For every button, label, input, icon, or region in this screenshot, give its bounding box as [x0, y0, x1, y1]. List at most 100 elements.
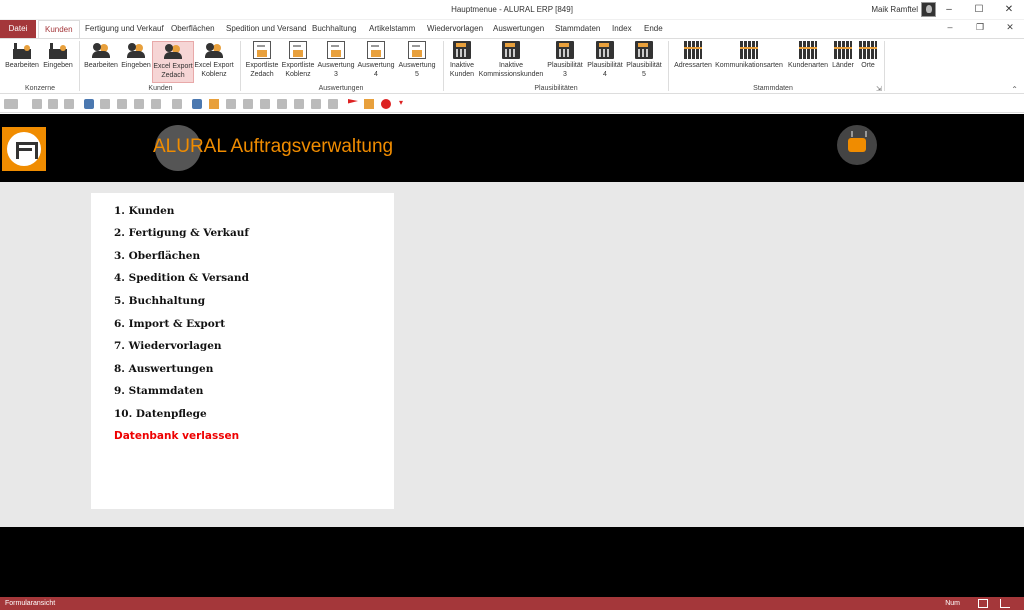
- button-label-line2: 5: [415, 71, 419, 78]
- excel-export-zedach-button[interactable]: Excel Export Zedach: [152, 41, 194, 83]
- orte-button[interactable]: Orte: [857, 41, 879, 70]
- table-icon[interactable]: [243, 99, 253, 109]
- users-icon[interactable]: [192, 99, 202, 109]
- menu-item-import-export[interactable]: 6. Import & Export: [114, 318, 225, 330]
- laender-button[interactable]: Länder: [830, 41, 856, 70]
- button-label: Orte: [861, 62, 875, 69]
- kundenarten-button[interactable]: Kundenarten: [786, 41, 830, 70]
- sort-ascending-icon[interactable]: [100, 99, 110, 109]
- button-label: Länder: [832, 62, 854, 69]
- paste-icon[interactable]: [64, 99, 74, 109]
- plausibilitaet-3-button[interactable]: Plausibilität 3: [545, 41, 585, 79]
- excel-export-koblenz-button[interactable]: Excel Export Koblenz: [194, 41, 234, 79]
- footer-band: [0, 527, 1024, 597]
- auswertung-4-button[interactable]: Auswertung 4: [356, 41, 396, 79]
- tab-oberflaechen[interactable]: Oberflächen: [165, 20, 221, 38]
- menu-item-spedition-versand[interactable]: 4. Spedition & Versand: [114, 272, 249, 284]
- button-label-line2: Kunden: [449, 71, 475, 78]
- button-label-line2: 4: [603, 71, 607, 78]
- menu-item-oberflaechen[interactable]: 3. Oberflächen: [114, 250, 200, 262]
- kunden-bearbeiten-button[interactable]: Bearbeiten: [83, 41, 119, 70]
- button-label-line2: Kommissionskunden: [478, 71, 544, 78]
- tab-artikelstamm[interactable]: Artikelstamm: [363, 20, 421, 38]
- report-icon[interactable]: [260, 99, 270, 109]
- tab-ende[interactable]: Ende: [638, 20, 669, 38]
- exit-database-link[interactable]: Datenbank verlassen: [114, 430, 239, 442]
- exportliste-koblenz-button[interactable]: Exportliste Koblenz: [279, 41, 317, 79]
- calculator-icon: [635, 41, 653, 59]
- tab-auswertungen[interactable]: Auswertungen: [487, 20, 550, 38]
- find-icon[interactable]: [84, 99, 94, 109]
- menu-item-fertigung-verkauf[interactable]: 2. Fertigung & Verkauf: [114, 227, 249, 239]
- binders-icon: [684, 41, 702, 59]
- view-switch-icon[interactable]: [4, 99, 18, 109]
- adressarten-button[interactable]: Adressarten: [673, 41, 713, 70]
- delete-icon[interactable]: [226, 99, 236, 109]
- menu-item-auswertungen[interactable]: 8. Auswertungen: [114, 363, 213, 375]
- datasheet-icon[interactable]: [311, 99, 321, 109]
- close-icon[interactable]: ✕: [996, 22, 1024, 36]
- export-icon[interactable]: [364, 99, 374, 109]
- exportliste-zedach-button[interactable]: Exportliste Zedach: [243, 41, 281, 79]
- menu-item-kunden[interactable]: 1. Kunden: [114, 205, 174, 217]
- main-menu-panel: 1. Kunden 2. Fertigung & Verkauf 3. Ober…: [91, 193, 394, 509]
- grid-icon[interactable]: [328, 99, 338, 109]
- maximize-button[interactable]: ☐: [964, 0, 994, 20]
- page-icon[interactable]: [277, 99, 287, 109]
- cancel-icon[interactable]: [381, 99, 391, 109]
- button-label-line1: Auswertung: [317, 62, 355, 69]
- copy-icon[interactable]: [48, 99, 58, 109]
- remove-sort-icon[interactable]: [134, 99, 144, 109]
- status-view-name: Formularansicht: [5, 600, 56, 607]
- close-button[interactable]: ✕: [994, 0, 1024, 20]
- button-label-line1: Exportliste: [281, 62, 315, 69]
- tab-stammdaten[interactable]: Stammdaten: [549, 20, 606, 38]
- group-separator: [884, 41, 885, 91]
- tab-spedition-und-versand[interactable]: Spedition und Versand: [220, 20, 313, 38]
- flag-icon[interactable]: [348, 99, 358, 104]
- tab-kunden[interactable]: Kunden: [38, 20, 80, 38]
- plausibilitaet-5-button[interactable]: Plausibilität 5: [624, 41, 664, 79]
- kommunikationsarten-button[interactable]: Kommunikationsarten: [713, 41, 785, 70]
- tab-index[interactable]: Index: [606, 20, 638, 38]
- auswertung-3-button[interactable]: Auswertung 3: [316, 41, 356, 79]
- tab-fertigung-und-verkauf[interactable]: Fertigung und Verkauf: [79, 20, 170, 38]
- inaktive-kunden-button[interactable]: Inaktive Kunden: [446, 41, 478, 79]
- cut-icon[interactable]: [32, 99, 42, 109]
- button-label-line1: Auswertung: [357, 62, 395, 69]
- konzerne-eingeben-button[interactable]: Eingeben: [42, 41, 74, 70]
- calculator-icon: [453, 41, 471, 59]
- factory-add-icon: [49, 41, 67, 59]
- plausibilitaet-4-button[interactable]: Plausibilität 4: [585, 41, 625, 79]
- minimize-button[interactable]: –: [934, 0, 964, 20]
- customize-dropdown-icon[interactable]: ▾: [399, 98, 403, 107]
- home-icon[interactable]: [209, 99, 219, 109]
- menu-item-wiedervorlagen[interactable]: 7. Wiedervorlagen: [114, 340, 222, 352]
- menu-item-datenpflege[interactable]: 10. Datenpflege: [114, 408, 207, 420]
- restore-icon[interactable]: ❐: [966, 22, 994, 36]
- form-icon[interactable]: [172, 99, 182, 109]
- button-label-line1: Inaktive: [449, 62, 475, 69]
- filter-icon[interactable]: [151, 99, 161, 109]
- inaktive-kommissionskunden-button[interactable]: Inaktive Kommissionskunden: [477, 41, 545, 79]
- tab-wiedervorlagen[interactable]: Wiedervorlagen: [421, 20, 489, 38]
- app-header: ALURAL Auftragsverwaltung: [0, 114, 1024, 182]
- menu-item-stammdaten[interactable]: 9. Stammdaten: [114, 385, 203, 397]
- menu-item-buchhaltung[interactable]: 5. Buchhaltung: [114, 295, 205, 307]
- kunden-eingeben-button[interactable]: Eingeben: [120, 41, 152, 70]
- konzerne-bearbeiten-button[interactable]: Bearbeiten: [4, 41, 40, 70]
- layout-view-icon[interactable]: [1000, 599, 1010, 608]
- minimize-icon[interactable]: –: [936, 22, 964, 36]
- collapse-ribbon-icon[interactable]: ⌃: [1011, 85, 1018, 94]
- button-label-line2: 5: [642, 71, 646, 78]
- auswertung-5-button[interactable]: Auswertung 5: [397, 41, 437, 79]
- form-view-icon[interactable]: [978, 599, 988, 608]
- tab-buchhaltung[interactable]: Buchhaltung: [306, 20, 362, 38]
- print-preview-icon[interactable]: [294, 99, 304, 109]
- button-label-line2: Zedach: [161, 72, 185, 79]
- button-label: Kundenarten: [787, 62, 829, 69]
- tab-datei[interactable]: Datei: [0, 20, 36, 38]
- tv-icon[interactable]: [837, 125, 877, 165]
- dialog-launcher-icon[interactable]: ⇲: [876, 85, 882, 93]
- sort-descending-icon[interactable]: [117, 99, 127, 109]
